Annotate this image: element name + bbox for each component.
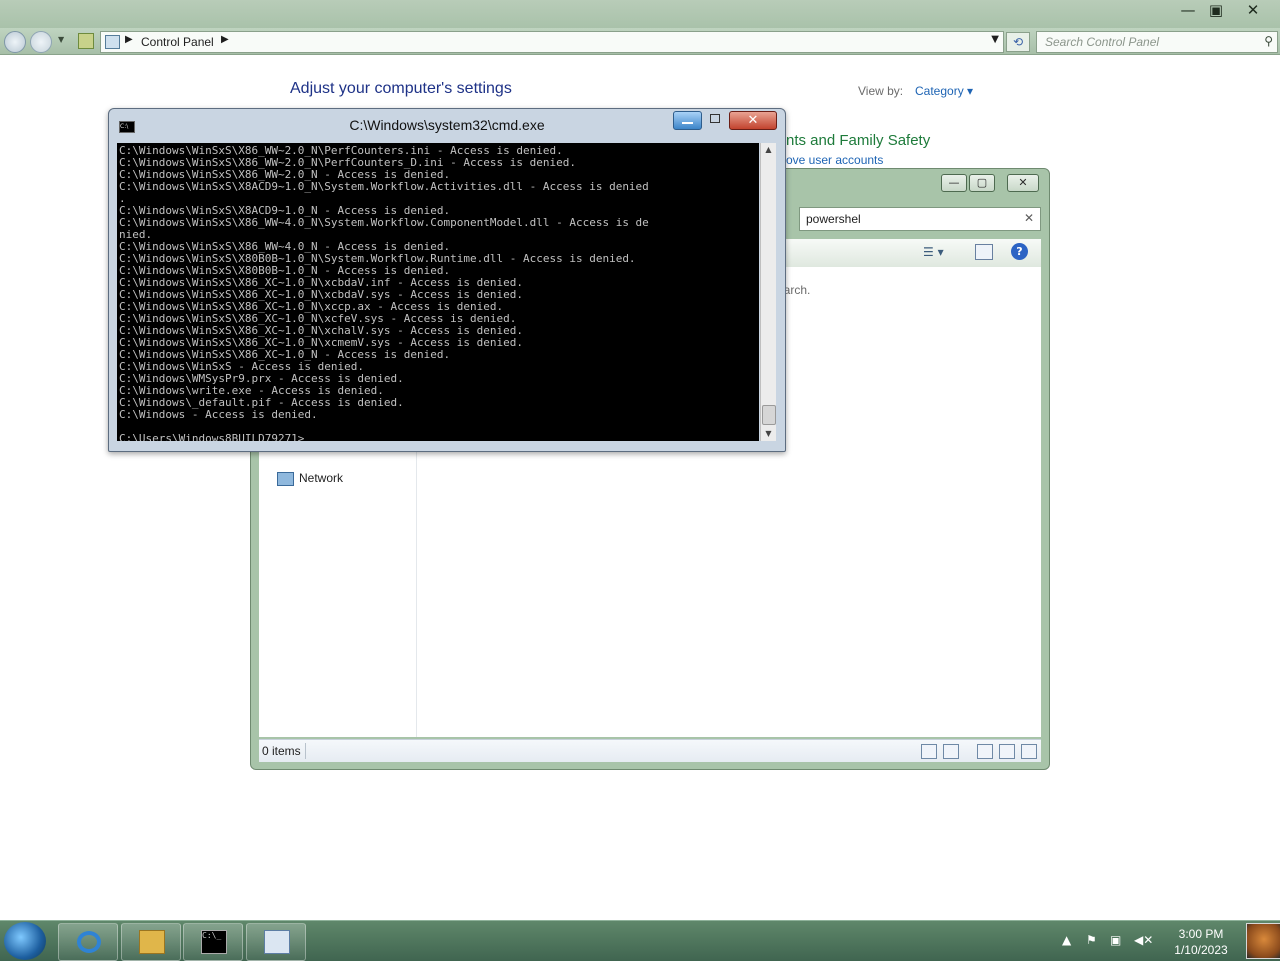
details-layout-icon[interactable]: [1021, 744, 1037, 759]
control-panel-titlebar: — ▣ ✕: [0, 0, 1280, 28]
clock-time[interactable]: 3:00 PM: [1166, 927, 1236, 941]
console-output[interactable]: C:\Windows\WinSxS\X86_WW~2.0_N\PerfCount…: [117, 143, 759, 441]
up-folder-icon[interactable]: [78, 33, 94, 49]
internet-explorer-icon: [77, 931, 101, 953]
clock-date[interactable]: 1/10/2023: [1162, 943, 1240, 957]
nav-item-label: Network: [299, 471, 344, 485]
folder-icon: [139, 930, 165, 954]
control-panel-navigation-bar: ▼ ▶ Control Panel ▶ ▼ ⟲ Search Control P…: [0, 28, 1280, 55]
scroll-down-icon[interactable]: ▼: [761, 427, 776, 441]
scroll-up-icon[interactable]: ▲: [761, 143, 776, 157]
console-line: C:\Windows - Access is denied.: [119, 408, 318, 421]
layout-pane-icon[interactable]: [977, 744, 993, 759]
cmd-close-button[interactable]: ✕: [729, 111, 777, 130]
maximize-icon: [710, 114, 720, 123]
item-count: 0 items: [262, 744, 301, 758]
start-button[interactable]: [4, 922, 46, 960]
user-avatar[interactable]: [1246, 923, 1280, 959]
console-line: C:\Windows\WinSxS\X86_WW~4.0_N\System.Wo…: [119, 216, 649, 229]
explorer-minimize-button[interactable]: —: [941, 174, 967, 192]
taskbar: C:\_ ▲ ⚑ ▣ ◀✕ 3:00 PM 1/10/2023: [0, 920, 1280, 961]
forward-button[interactable]: [30, 31, 52, 53]
explorer-search-box[interactable]: powershel ✕: [799, 207, 1041, 231]
explorer-search-input[interactable]: powershel: [806, 212, 861, 226]
control-panel-close-button[interactable]: ✕: [1238, 0, 1268, 20]
recent-pages-dropdown-icon[interactable]: ▼: [58, 35, 64, 44]
preview-layout-icon[interactable]: [999, 744, 1015, 759]
breadcrumb-chevron-icon[interactable]: ▶: [125, 34, 133, 45]
taskbar-explorer[interactable]: [121, 923, 181, 961]
cmd-minimize-button[interactable]: [673, 111, 702, 130]
control-panel-minimize-button[interactable]: —: [1173, 0, 1203, 20]
view-by-label: View by:: [858, 84, 904, 98]
explorer-maximize-button[interactable]: ▢: [969, 174, 995, 192]
control-panel-icon: [105, 35, 120, 49]
console-line: C:\Windows\WinSxS\X8ACD9~1.0_N\System.Wo…: [119, 180, 649, 193]
refresh-icon[interactable]: ⟲: [1006, 32, 1030, 52]
address-dropdown-icon[interactable]: ▼: [991, 34, 999, 45]
status-divider: [305, 743, 306, 759]
explorer-close-button[interactable]: ✕: [1007, 174, 1039, 192]
category-user-accounts-family-safety[interactable]: nts and Family Safety: [786, 132, 930, 149]
page-title: Adjust your computer's settings: [290, 80, 512, 97]
command-prompt-icon: C:\_: [201, 930, 227, 954]
address-bar[interactable]: ▶ Control Panel ▶ ▼: [100, 31, 1004, 53]
back-button[interactable]: [4, 31, 26, 53]
vertical-scrollbar[interactable]: ▲ ▼: [760, 143, 776, 441]
link-add-remove-user-accounts[interactable]: ove user accounts: [786, 153, 883, 167]
taskbar-control-panel[interactable]: [246, 923, 306, 961]
network-icon[interactable]: ▣: [1110, 933, 1124, 947]
minimize-icon: [682, 122, 693, 124]
status-bar: 0 items: [259, 739, 1041, 762]
cmd-maximize-button[interactable]: [702, 111, 728, 128]
view-by-dropdown[interactable]: Category ▾: [915, 84, 973, 98]
command-prompt-window: C:\ C:\Windows\system32\cmd.exe ✕ C:\Win…: [108, 108, 786, 452]
show-hidden-icons-icon[interactable]: ▲: [1062, 933, 1076, 947]
network-icon: [277, 472, 294, 486]
control-panel-maximize-button[interactable]: ▣: [1201, 0, 1231, 20]
search-icon[interactable]: ⚲: [1264, 34, 1273, 48]
control-panel-icon: [264, 930, 290, 954]
details-view-icon[interactable]: [921, 744, 937, 759]
change-view-icon[interactable]: ☰ ▾: [923, 245, 944, 259]
clear-search-icon[interactable]: ✕: [1024, 211, 1034, 225]
volume-muted-icon[interactable]: ◀✕: [1134, 933, 1153, 947]
breadcrumb-chevron-icon[interactable]: ▶: [221, 34, 229, 45]
preview-pane-icon[interactable]: [975, 244, 993, 260]
taskbar-cmd[interactable]: C:\_: [183, 923, 243, 961]
notification-area: ▲ ⚑ ▣ ◀✕ 3:00 PM 1/10/2023: [1058, 921, 1280, 961]
taskbar-ie[interactable]: [58, 923, 118, 961]
thumbnail-view-icon[interactable]: [943, 744, 959, 759]
control-panel-search-input[interactable]: Search Control Panel: [1045, 35, 1159, 49]
action-center-flag-icon[interactable]: ⚑: [1086, 933, 1100, 947]
control-panel-search-box[interactable]: Search Control Panel ⚲: [1036, 31, 1278, 53]
help-icon[interactable]: ?: [1011, 243, 1028, 260]
scroll-thumb[interactable]: [762, 405, 776, 425]
console-line: C:\Users\Windows8BUILD79271>_: [119, 432, 312, 442]
breadcrumb-control-panel[interactable]: Control Panel: [141, 35, 214, 49]
